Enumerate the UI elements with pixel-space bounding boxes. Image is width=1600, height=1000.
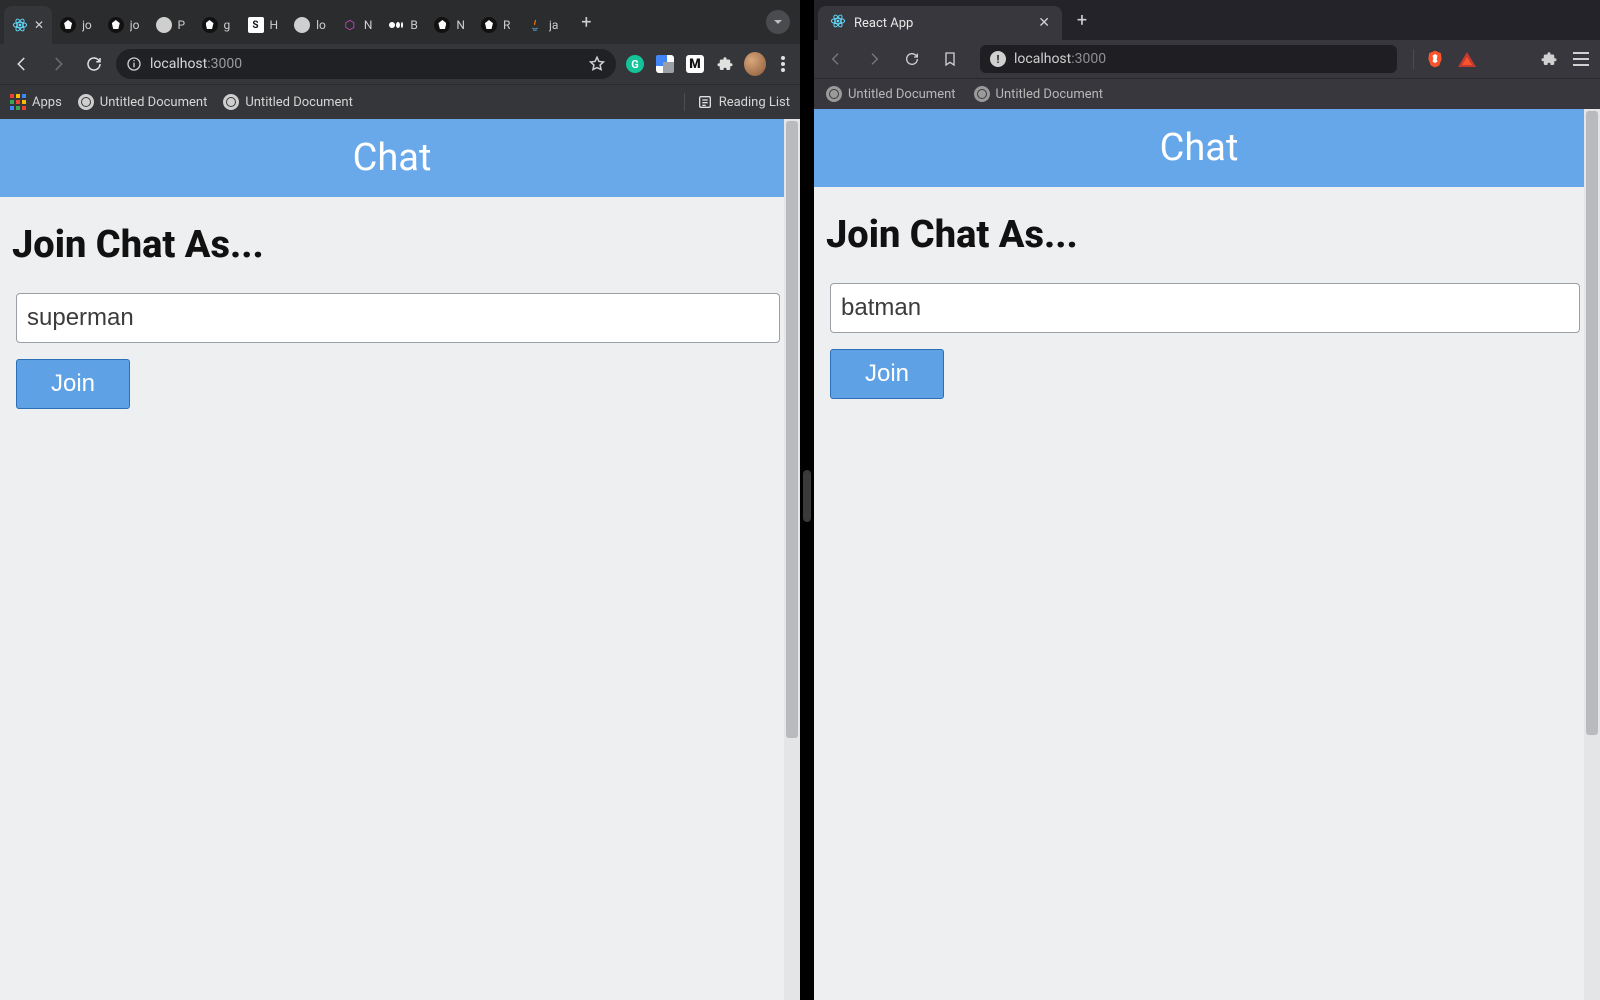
scroll-thumb[interactable] [1586, 111, 1598, 735]
chrome-bookmarks-bar: Apps Untitled Document Untitled Document… [0, 84, 800, 119]
grammarly-icon[interactable]: G [624, 53, 646, 75]
join-button[interactable]: Join [16, 359, 130, 409]
java-icon [527, 17, 543, 33]
apps-grid-icon [10, 94, 26, 110]
divider [1413, 49, 1414, 69]
join-heading: Join Chat As... [12, 223, 772, 267]
chrome-tab-active[interactable]: ✕ [4, 6, 52, 44]
chrome-tab[interactable]: P [148, 6, 194, 44]
chrome-window: ✕ jo jo P g SH lo ⬡N B N R ja + localhos… [0, 0, 800, 1000]
square-s-icon: S [248, 17, 264, 33]
github-icon [108, 17, 124, 33]
react-icon [12, 17, 28, 33]
profile-avatar[interactable] [744, 53, 766, 75]
tab-overflow-button[interactable] [766, 10, 790, 34]
address-host: localhost:3000 [150, 56, 242, 72]
kebab-menu-icon[interactable] [774, 55, 792, 73]
bookmark-button[interactable] [936, 45, 964, 73]
apps-shortcut[interactable]: Apps [10, 94, 62, 110]
github-icon [202, 17, 218, 33]
join-button[interactable]: Join [830, 349, 944, 399]
bookmark-item[interactable]: Untitled Document [78, 94, 208, 110]
divider [684, 93, 685, 111]
address-bar[interactable]: localhost:3000 [116, 49, 616, 79]
extensions-icon[interactable] [714, 53, 736, 75]
bookmark-item[interactable]: Untitled Document [223, 94, 353, 110]
globe-icon [78, 94, 94, 110]
chrome-tab[interactable]: jo [100, 6, 148, 44]
new-tab-button[interactable]: + [1068, 6, 1096, 34]
scrollbar[interactable] [784, 119, 800, 1000]
window-divider [800, 0, 814, 1000]
join-heading: Join Chat As... [826, 213, 1572, 257]
chrome-tab[interactable]: g [194, 6, 240, 44]
bookmark-item[interactable]: Untitled Document [826, 86, 956, 102]
chrome-tab[interactable]: ⬡N [334, 6, 381, 44]
globe-icon [974, 86, 990, 102]
forward-button[interactable] [44, 50, 72, 78]
info-icon [126, 56, 142, 72]
scroll-thumb[interactable] [786, 121, 798, 738]
brave-tabstrip: React App ✕ + [814, 0, 1600, 40]
forward-button[interactable] [860, 45, 888, 73]
brave-window: React App ✕ + ! localhost:3000 Unti [814, 0, 1600, 1000]
star-icon[interactable] [588, 55, 606, 73]
globe-icon [826, 86, 842, 102]
hexagon-icon: ⬡ [342, 17, 358, 33]
chrome-tab[interactable]: R [473, 6, 519, 44]
address-host: localhost:3000 [1014, 51, 1106, 67]
brave-shields-icon[interactable] [1424, 48, 1446, 70]
apps-label: Apps [32, 95, 62, 110]
split-screenshot: ✕ jo jo P g SH lo ⬡N B N R ja + localhos… [0, 0, 1600, 1000]
back-button[interactable] [8, 50, 36, 78]
chrome-tab[interactable]: jo [52, 6, 100, 44]
address-bar[interactable]: ! localhost:3000 [980, 45, 1397, 73]
brave-tab-label: React App [854, 16, 1030, 31]
username-input[interactable] [830, 283, 1580, 333]
brave-bookmarks-bar: Untitled Document Untitled Document [814, 78, 1600, 109]
github-icon [434, 17, 450, 33]
extensions-icon[interactable] [1538, 48, 1560, 70]
scrollbar[interactable] [1584, 109, 1600, 1000]
chrome-toolbar: localhost:3000 G M [0, 44, 800, 84]
chrome-tab[interactable]: SH [240, 6, 287, 44]
reading-list-icon [697, 94, 713, 110]
chrome-tab[interactable]: N [426, 6, 473, 44]
brave-toolbar: ! localhost:3000 [814, 40, 1600, 78]
chrome-tab[interactable]: lo [286, 6, 334, 44]
globe-icon [156, 17, 172, 33]
bookmark-item[interactable]: Untitled Document [974, 86, 1104, 102]
close-icon[interactable]: ✕ [1038, 15, 1050, 31]
new-tab-button[interactable]: + [572, 8, 600, 36]
brave-rewards-icon[interactable] [1456, 48, 1478, 70]
google-translate-icon[interactable] [654, 53, 676, 75]
reload-button[interactable] [80, 50, 108, 78]
reading-list-button[interactable]: Reading List [697, 94, 790, 110]
username-input[interactable] [16, 293, 780, 343]
brave-tab-active[interactable]: React App ✕ [818, 6, 1062, 40]
page-viewport-left: Chat Join Chat As... Join [0, 119, 800, 1000]
page-viewport-right: Chat Join Chat As... Join [814, 109, 1600, 1000]
chrome-tabstrip: ✕ jo jo P g SH lo ⬡N B N R ja + [0, 0, 800, 44]
medium-icon[interactable]: M [684, 53, 706, 75]
github-icon [481, 17, 497, 33]
react-icon [830, 13, 846, 33]
github-icon [60, 17, 76, 33]
hamburger-menu-icon[interactable] [1570, 48, 1592, 70]
globe-icon [223, 94, 239, 110]
chrome-tab[interactable]: ja [519, 6, 566, 44]
globe-icon [294, 17, 310, 33]
not-secure-icon: ! [990, 51, 1006, 67]
medium-icon [388, 17, 404, 33]
app-banner: Chat [814, 109, 1584, 187]
close-icon[interactable]: ✕ [34, 18, 44, 32]
app-banner: Chat [0, 119, 784, 197]
chrome-tab[interactable]: B [380, 6, 426, 44]
reload-button[interactable] [898, 45, 926, 73]
back-button[interactable] [822, 45, 850, 73]
